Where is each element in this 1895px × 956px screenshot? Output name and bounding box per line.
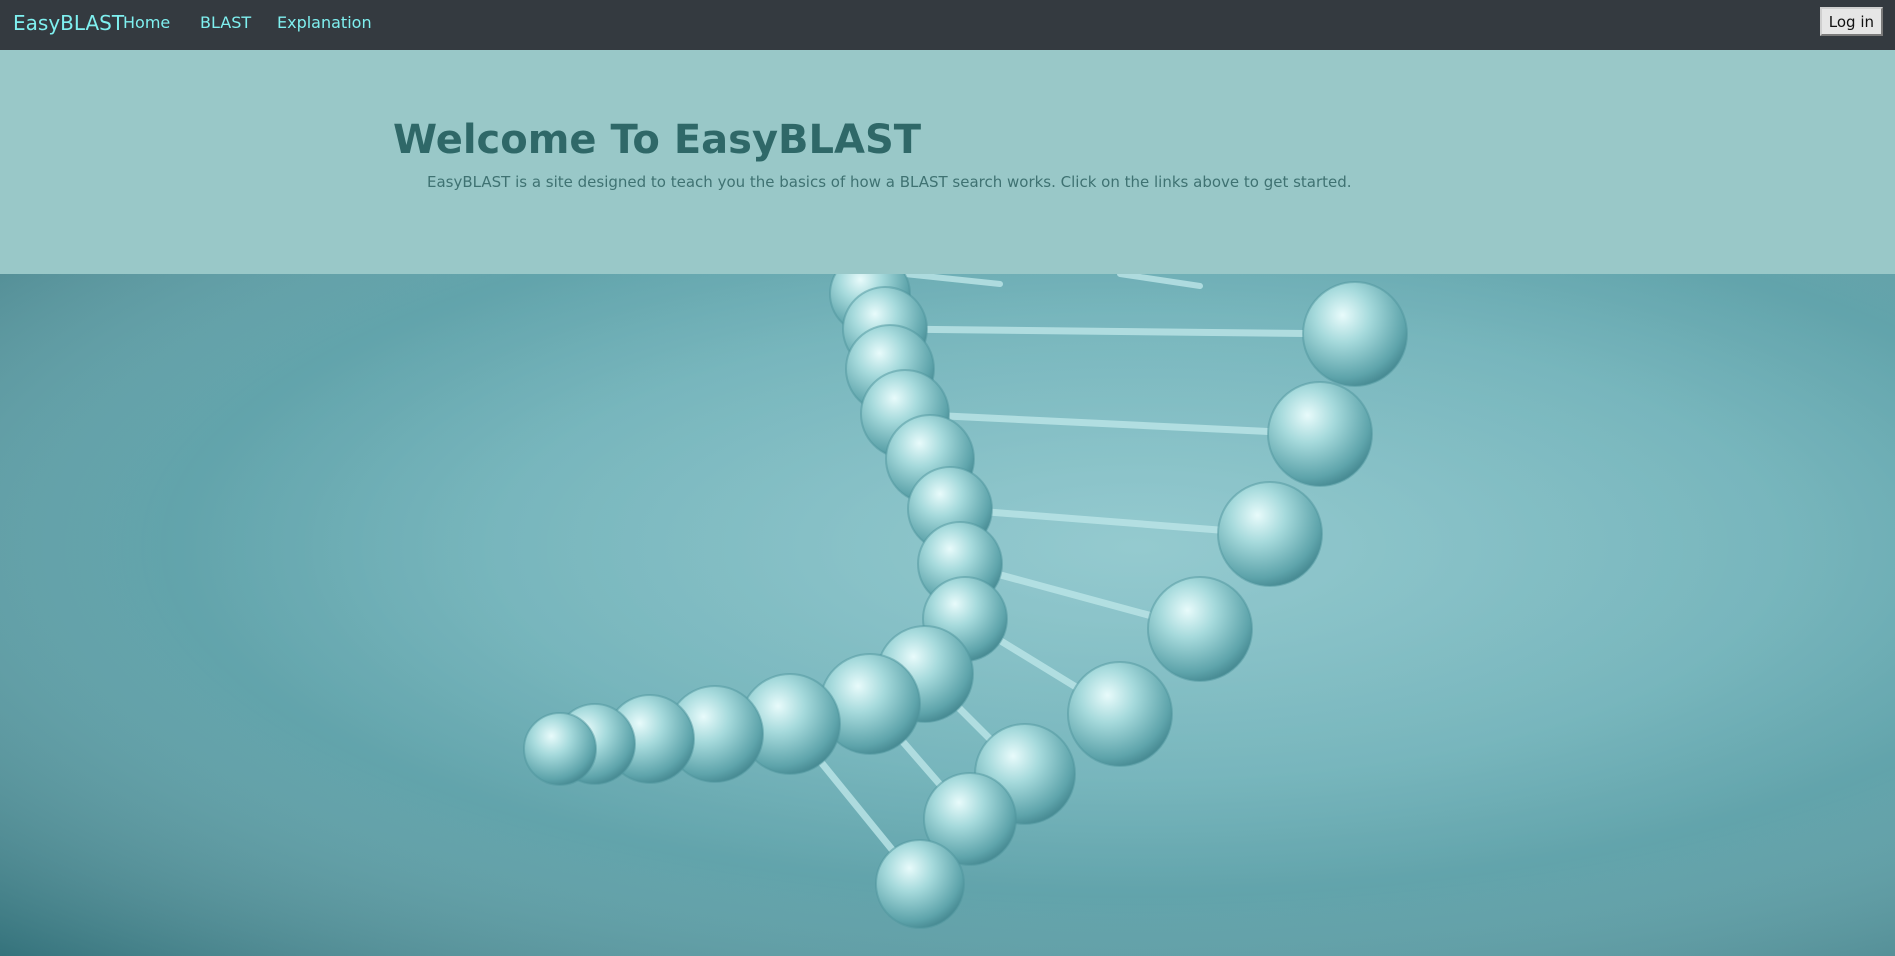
brand-link[interactable]: EasyBLAST [13,11,124,35]
nav-link-explanation[interactable]: Explanation [277,13,372,33]
hero-image [0,274,1895,956]
navbar: EasyBLAST Home BLAST Explanation Log in [0,0,1895,50]
login-button[interactable]: Log in [1819,7,1883,36]
dna-ball [523,712,597,786]
dna-ball [1067,661,1173,767]
dna-rod [881,325,1359,338]
dna-ball [1217,481,1323,587]
nav-link-blast[interactable]: BLAST [200,13,251,33]
intro-text: EasyBLAST is a site designed to teach yo… [427,173,1352,191]
dna-ball [875,839,965,929]
dna-ball [1147,576,1253,682]
page-title: Welcome To EasyBLAST [393,117,922,163]
jumbotron: Welcome To EasyBLAST EasyBLAST is a site… [0,50,1895,274]
dna-ball [1267,381,1373,487]
dna-ball [1302,281,1408,387]
nav-link-home[interactable]: Home [123,13,170,33]
dna-helix-image [0,274,1895,956]
